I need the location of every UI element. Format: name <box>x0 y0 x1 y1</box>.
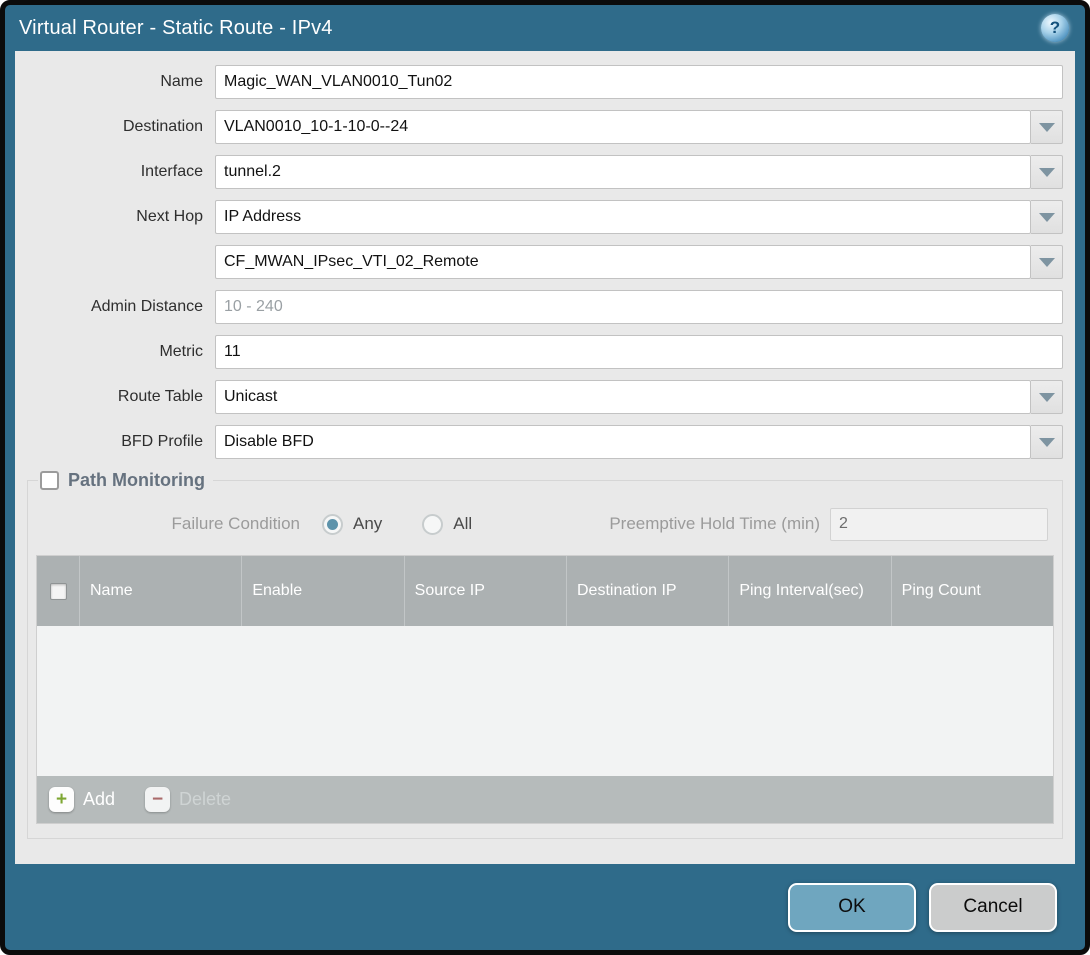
failure-condition-all-label: All <box>453 514 472 534</box>
help-icon[interactable]: ? <box>1041 14 1069 42</box>
column-header-source-ip[interactable]: Source IP <box>404 556 566 626</box>
destination-label: Destination <box>15 118 215 136</box>
name-label: Name <box>15 73 215 91</box>
delete-button-label: Delete <box>179 789 231 810</box>
route-form: Name Destination Interface <box>15 51 1075 459</box>
admin-distance-input[interactable] <box>215 290 1063 324</box>
table-footer-bar: + Add − Delete <box>37 776 1053 823</box>
table-select-all-cell <box>37 556 79 626</box>
name-row: Name <box>15 65 1063 99</box>
preemptive-hold-label: Preemptive Hold Time (min) <box>609 514 830 534</box>
route-table-input[interactable] <box>215 380 1031 414</box>
ok-button[interactable]: OK <box>788 883 916 932</box>
next-hop-type-input[interactable] <box>215 200 1031 234</box>
select-all-checkbox[interactable] <box>50 583 67 600</box>
path-monitoring-section: Path Monitoring Failure Condition Any Al… <box>27 470 1063 839</box>
column-header-ping-interval[interactable]: Ping Interval(sec) <box>728 556 890 626</box>
failure-condition-row: Failure Condition Any All Preemptive Hol… <box>36 507 1048 541</box>
next-hop-dropdown-button[interactable] <box>1031 200 1063 234</box>
admin-distance-row: Admin Distance <box>15 290 1063 324</box>
destination-row: Destination <box>15 110 1063 144</box>
static-route-dialog: Virtual Router - Static Route - IPv4 ? N… <box>0 0 1090 955</box>
path-monitoring-legend: Path Monitoring <box>38 470 213 491</box>
failure-condition-any-radio[interactable] <box>322 514 343 535</box>
route-table-row: Route Table <box>15 380 1063 414</box>
plus-icon: + <box>49 787 74 812</box>
cancel-button[interactable]: Cancel <box>929 883 1057 932</box>
path-monitoring-checkbox[interactable] <box>40 471 59 490</box>
chevron-down-icon <box>1039 438 1055 447</box>
add-button-label: Add <box>83 789 115 810</box>
next-hop-address-dropdown-button[interactable] <box>1031 245 1063 279</box>
bfd-profile-label: BFD Profile <box>15 433 215 451</box>
interface-row: Interface <box>15 155 1063 189</box>
chevron-down-icon <box>1039 123 1055 132</box>
route-table-label: Route Table <box>15 388 215 406</box>
column-header-name[interactable]: Name <box>79 556 241 626</box>
name-input[interactable] <box>215 65 1063 99</box>
metric-label: Metric <box>15 343 215 361</box>
route-table-dropdown-button[interactable] <box>1031 380 1063 414</box>
bfd-profile-dropdown-button[interactable] <box>1031 425 1063 459</box>
dialog-body: Name Destination Interface <box>15 51 1075 864</box>
chevron-down-icon <box>1039 393 1055 402</box>
next-hop-row: Next Hop <box>15 200 1063 234</box>
admin-distance-label: Admin Distance <box>15 298 215 316</box>
interface-dropdown-button[interactable] <box>1031 155 1063 189</box>
minus-icon: − <box>145 787 170 812</box>
failure-condition-all-radio[interactable] <box>422 514 443 535</box>
interface-label: Interface <box>15 163 215 181</box>
delete-button[interactable]: − Delete <box>145 787 231 812</box>
chevron-down-icon <box>1039 168 1055 177</box>
bfd-profile-row: BFD Profile <box>15 425 1063 459</box>
column-header-enable[interactable]: Enable <box>241 556 403 626</box>
column-header-ping-count[interactable]: Ping Count <box>891 556 1053 626</box>
dialog-title: Virtual Router - Static Route - IPv4 <box>19 17 333 40</box>
bfd-profile-input[interactable] <box>215 425 1031 459</box>
next-hop-label: Next Hop <box>15 208 215 226</box>
radio-selected-dot <box>327 519 338 530</box>
path-monitoring-title: Path Monitoring <box>68 470 205 491</box>
metric-row: Metric <box>15 335 1063 369</box>
add-button[interactable]: + Add <box>49 787 115 812</box>
destination-input[interactable] <box>215 110 1031 144</box>
table-header-row: Name Enable Source IP Destination IP Pin… <box>37 556 1053 626</box>
title-bar: Virtual Router - Static Route - IPv4 ? <box>5 5 1085 51</box>
chevron-down-icon <box>1039 258 1055 267</box>
dialog-footer: OK Cancel <box>5 864 1085 950</box>
column-header-destination-ip[interactable]: Destination IP <box>566 556 728 626</box>
table-body-empty <box>37 626 1053 776</box>
next-hop-address-input[interactable] <box>215 245 1031 279</box>
metric-input[interactable] <box>215 335 1063 369</box>
next-hop-address-row <box>15 245 1063 279</box>
path-monitoring-table: Name Enable Source IP Destination IP Pin… <box>36 555 1054 824</box>
failure-condition-any-label: Any <box>353 514 382 534</box>
destination-dropdown-button[interactable] <box>1031 110 1063 144</box>
preemptive-hold-input[interactable] <box>830 508 1048 541</box>
interface-input[interactable] <box>215 155 1031 189</box>
failure-condition-label: Failure Condition <box>36 514 308 534</box>
chevron-down-icon <box>1039 213 1055 222</box>
